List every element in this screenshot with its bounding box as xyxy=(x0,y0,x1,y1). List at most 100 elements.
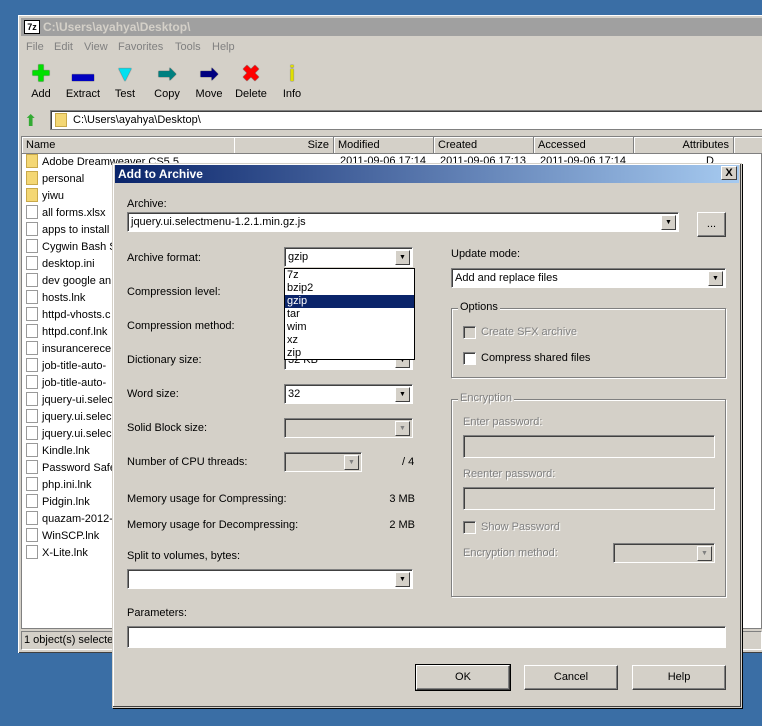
column-modified[interactable]: Modified xyxy=(334,137,434,154)
cancel-button[interactable]: Cancel xyxy=(524,665,618,690)
toolbar-test-button[interactable]: ▼ Test xyxy=(103,62,147,101)
list-item[interactable]: hosts.lnk xyxy=(26,290,85,307)
toolbar-extract-button[interactable]: ▬ Extract xyxy=(61,62,105,101)
format-option-xz[interactable]: xz xyxy=(285,334,414,347)
chevron-down-icon[interactable]: ▼ xyxy=(395,387,410,402)
help-button[interactable]: Help xyxy=(632,665,726,690)
column-attributes[interactable]: Attributes xyxy=(634,137,734,154)
text-icon xyxy=(26,273,38,287)
menu-tools[interactable]: Tools xyxy=(175,41,201,53)
list-item[interactable]: desktop.ini xyxy=(26,256,95,273)
list-item[interactable]: insurancerece xyxy=(26,341,111,358)
list-item[interactable]: jquery-ui.selec xyxy=(26,392,113,409)
format-value: gzip xyxy=(288,251,309,263)
file-icon xyxy=(26,324,38,338)
list-item[interactable]: Kindle.lnk xyxy=(26,443,90,460)
file-name: Kindle.lnk xyxy=(42,445,90,457)
format-option-tar[interactable]: tar xyxy=(285,308,414,321)
file-name: Pidgin.lnk xyxy=(42,496,90,508)
7zip-logo-icon: 7z xyxy=(24,20,40,34)
toolbar-info-button[interactable]: i Info xyxy=(270,62,314,101)
format-option-7z[interactable]: 7z xyxy=(285,269,414,282)
file-name: yiwu xyxy=(42,190,65,202)
list-item[interactable]: jquery.ui.selec xyxy=(26,409,112,426)
list-item[interactable]: quazam-2012- xyxy=(26,511,113,528)
file-name: job-title-auto- xyxy=(42,360,107,372)
mem-decompress-label: Memory usage for Decompressing: xyxy=(127,519,299,531)
list-item[interactable]: Cygwin Bash S xyxy=(26,239,117,256)
up-folder-icon[interactable]: ⬆ xyxy=(24,111,37,131)
list-item[interactable]: apps to install xyxy=(26,222,109,239)
file-name: hosts.lnk xyxy=(42,292,86,304)
file-name: php.ini.lnk xyxy=(42,479,92,491)
list-item[interactable]: job-title-auto- xyxy=(26,358,106,375)
column-accessed[interactable]: Accessed xyxy=(534,137,634,154)
address-bar[interactable]: C:\Users\ayahya\Desktop\ xyxy=(50,110,762,130)
close-button[interactable]: X xyxy=(721,166,737,180)
list-item[interactable]: WinSCP.lnk xyxy=(26,528,99,545)
list-item[interactable]: php.ini.lnk xyxy=(26,477,92,494)
list-item[interactable]: X-Lite.lnk xyxy=(26,545,88,562)
folder-icon xyxy=(55,113,67,127)
list-item[interactable]: httpd-vhosts.c xyxy=(26,307,110,324)
file-name: dev google an xyxy=(42,275,112,287)
list-item[interactable]: jquery.ui.selec xyxy=(26,426,112,443)
list-item[interactable]: yiwu xyxy=(26,188,64,205)
list-item[interactable]: Password Safe xyxy=(26,460,116,477)
chevron-down-icon[interactable]: ▼ xyxy=(661,215,676,230)
format-label: Archive format: xyxy=(127,252,201,264)
list-item[interactable]: personal xyxy=(26,171,84,188)
toolbar-label: Add xyxy=(31,88,51,100)
chevron-down-icon[interactable]: ▼ xyxy=(395,250,410,265)
file-name: WinSCP.lnk xyxy=(42,530,100,542)
word-size-label: Word size: xyxy=(127,388,179,400)
update-mode-combo[interactable]: Add and replace files ▼ xyxy=(451,268,726,288)
encryption-label: Encryption xyxy=(458,392,514,404)
list-item[interactable]: all forms.xlsx xyxy=(26,205,106,222)
format-option-gzip[interactable]: gzip xyxy=(285,295,414,308)
split-label: Split to volumes, bytes: xyxy=(127,550,241,562)
file-name: all forms.xlsx xyxy=(42,207,106,219)
chevron-down-icon: ▼ xyxy=(395,421,410,436)
toolbar-move-button[interactable]: ➡ Move xyxy=(187,62,231,101)
format-dropdown-list[interactable]: 7z bzip2 gzip tar wim xz zip xyxy=(284,268,415,360)
chevron-down-icon[interactable]: ▼ xyxy=(395,572,410,587)
shared-files-checkbox[interactable] xyxy=(463,352,476,365)
column-created[interactable]: Created xyxy=(434,137,534,154)
list-item[interactable]: dev google an xyxy=(26,273,111,290)
browse-button[interactable]: ... xyxy=(697,212,726,237)
list-item[interactable]: job-title-auto- xyxy=(26,375,106,392)
plus-icon: ✚ xyxy=(31,61,51,86)
file-name: desktop.ini xyxy=(42,258,95,270)
format-option-wim[interactable]: wim xyxy=(285,321,414,334)
toolbar-copy-button[interactable]: ➡ Copy xyxy=(145,62,189,101)
toolbar-add-button[interactable]: ✚ Add xyxy=(19,61,63,101)
file-icon xyxy=(26,528,38,542)
word-size-combo[interactable]: 32 ▼ xyxy=(284,384,413,404)
chevron-down-icon[interactable]: ▼ xyxy=(708,271,723,286)
format-combo[interactable]: gzip ▼ xyxy=(284,247,413,267)
parameters-input[interactable] xyxy=(127,626,726,648)
split-combo[interactable]: ▼ xyxy=(127,569,413,589)
menu-file[interactable]: File xyxy=(26,41,44,53)
format-option-zip[interactable]: zip xyxy=(285,347,414,360)
ok-button[interactable]: OK xyxy=(415,664,511,691)
show-password-checkbox xyxy=(463,521,476,534)
menu-view[interactable]: View xyxy=(84,41,108,53)
format-option-bzip2[interactable]: bzip2 xyxy=(285,282,414,295)
folder-icon xyxy=(26,154,38,168)
archive-combo[interactable]: jquery.ui.selectmenu-1.2.1.min.gz.js ▼ xyxy=(127,212,679,232)
text-icon xyxy=(26,375,38,389)
folder-icon xyxy=(26,188,38,202)
excel-icon xyxy=(26,205,38,219)
level-label: Compression level: xyxy=(127,286,221,298)
toolbar-delete-button[interactable]: ✖ Delete xyxy=(229,62,273,101)
menu-help[interactable]: Help xyxy=(212,41,235,53)
menu-favorites[interactable]: Favorites xyxy=(118,41,163,53)
folder-icon xyxy=(26,171,38,185)
list-item[interactable]: httpd.conf.lnk xyxy=(26,324,107,341)
column-size[interactable]: Size xyxy=(234,137,334,154)
file-icon xyxy=(26,307,38,321)
menu-edit[interactable]: Edit xyxy=(54,41,73,53)
list-item[interactable]: Pidgin.lnk xyxy=(26,494,90,511)
